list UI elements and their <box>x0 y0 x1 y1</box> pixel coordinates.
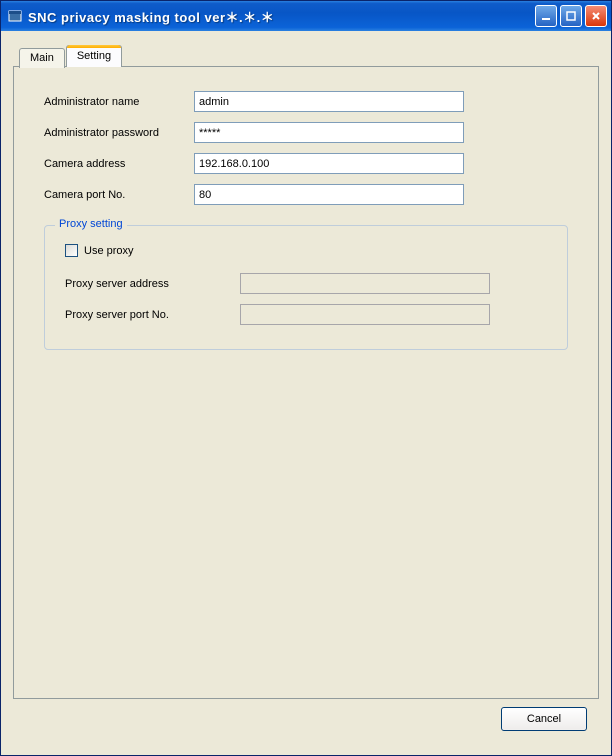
row-proxy-port: Proxy server port No. <box>65 304 547 325</box>
cancel-button[interactable]: Cancel <box>501 707 587 731</box>
maximize-button[interactable] <box>560 5 582 27</box>
row-camera-port: Camera port No. <box>44 184 568 205</box>
label-proxy-port: Proxy server port No. <box>65 309 240 321</box>
row-proxy-address: Proxy server address <box>65 273 547 294</box>
admin-password-input[interactable] <box>194 122 464 143</box>
tab-main[interactable]: Main <box>19 48 65 68</box>
proxy-port-input <box>240 304 490 325</box>
app-icon <box>7 8 23 24</box>
label-admin-password: Administrator password <box>44 127 194 139</box>
close-button[interactable] <box>585 5 607 27</box>
client-area: Main Setting Administrator name Administ… <box>1 31 611 755</box>
titlebar[interactable]: SNC privacy masking tool ver＊.＊.＊ <box>1 1 611 31</box>
window-controls <box>535 5 607 27</box>
use-proxy-checkbox[interactable] <box>65 244 78 257</box>
tab-setting[interactable]: Setting <box>66 45 122 67</box>
row-admin-name: Administrator name <box>44 91 568 112</box>
row-camera-address: Camera address <box>44 153 568 174</box>
tab-page-setting: Administrator name Administrator passwor… <box>13 66 599 699</box>
row-use-proxy: Use proxy <box>65 244 547 257</box>
row-admin-password: Administrator password <box>44 122 568 143</box>
proxy-address-input <box>240 273 490 294</box>
label-camera-port: Camera port No. <box>44 189 194 201</box>
label-camera-address: Camera address <box>44 158 194 170</box>
tab-strip: Main Setting <box>13 45 599 67</box>
minimize-button[interactable] <box>535 5 557 27</box>
app-window: SNC privacy masking tool ver＊.＊.＊ Main S… <box>0 0 612 756</box>
label-admin-name: Administrator name <box>44 96 194 108</box>
admin-name-input[interactable] <box>194 91 464 112</box>
label-use-proxy: Use proxy <box>84 245 134 257</box>
label-proxy-address: Proxy server address <box>65 278 240 290</box>
camera-address-input[interactable] <box>194 153 464 174</box>
proxy-legend: Proxy setting <box>55 218 127 230</box>
proxy-fieldset: Proxy setting Use proxy Proxy server add… <box>44 225 568 350</box>
bottom-bar: Cancel <box>13 699 599 743</box>
camera-port-input[interactable] <box>194 184 464 205</box>
window-title: SNC privacy masking tool ver＊.＊.＊ <box>28 7 535 26</box>
